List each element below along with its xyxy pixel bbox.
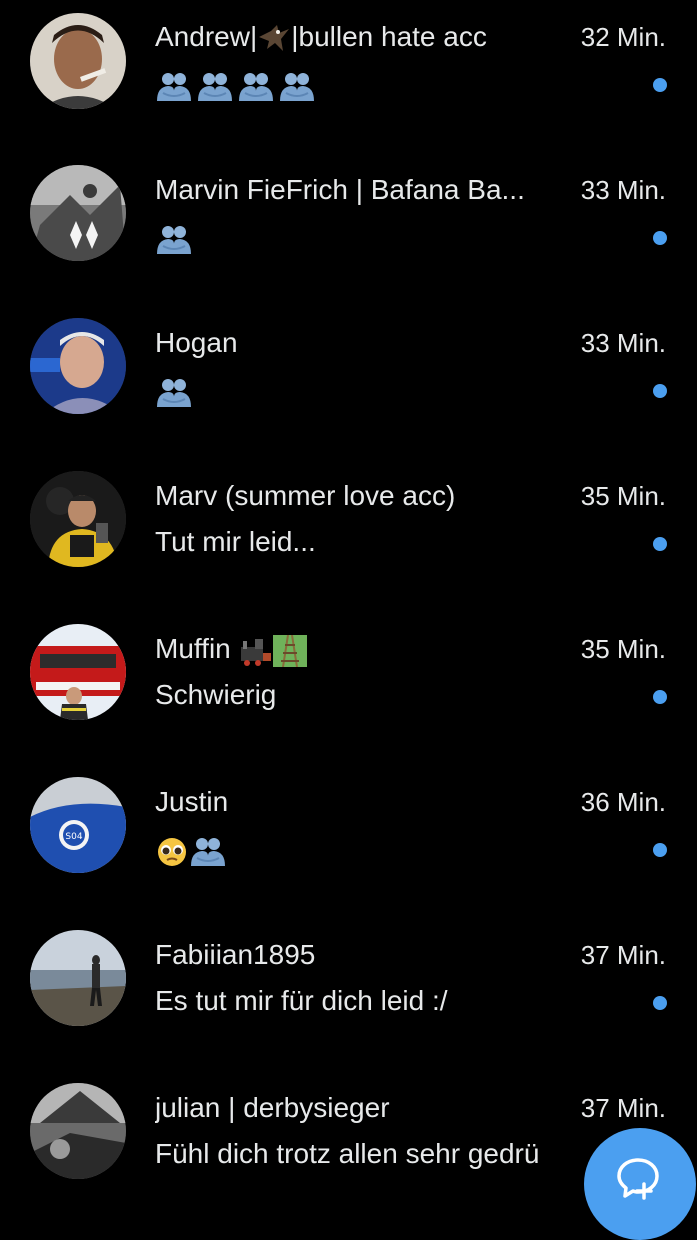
hug-icon bbox=[155, 224, 193, 256]
pleading-face-icon bbox=[155, 836, 189, 868]
conversation-name: Marv (summer love acc) bbox=[155, 480, 456, 511]
conversation-name: Hogan bbox=[155, 327, 238, 358]
hug-icon bbox=[237, 71, 275, 103]
conversation-name: Muffin bbox=[155, 629, 560, 669]
avatar[interactable] bbox=[30, 13, 126, 109]
timestamp: 37 Min. bbox=[580, 940, 666, 970]
hug-icon bbox=[189, 836, 227, 868]
conversation-row[interactable]: Andrew| |bullen hate acc 32 Min. bbox=[0, 0, 697, 153]
railway-track-icon bbox=[272, 634, 307, 667]
message-preview: Es tut mir für dich leid :/ bbox=[155, 985, 448, 1016]
avatar[interactable] bbox=[30, 1083, 126, 1179]
conversation-row[interactable]: Marv (summer love acc) 35 Min. Tut mir l… bbox=[0, 459, 697, 612]
avatar[interactable] bbox=[30, 930, 126, 1026]
message-preview: Schwierig bbox=[155, 679, 277, 710]
conversation-name: Justin bbox=[155, 786, 229, 817]
avatar[interactable] bbox=[30, 624, 126, 720]
unread-dot bbox=[653, 537, 667, 551]
conversation-name: Fabiiian1895 bbox=[155, 939, 316, 970]
timestamp: 33 Min. bbox=[580, 328, 666, 358]
message-preview: Fühl dich trotz allen sehr gedrü bbox=[155, 1138, 540, 1169]
message-preview bbox=[155, 370, 625, 412]
message-preview bbox=[155, 217, 625, 259]
message-preview bbox=[155, 829, 625, 871]
conversation-row[interactable]: S04 Justin 36 Min. bbox=[0, 765, 697, 918]
eagle-icon bbox=[257, 23, 291, 55]
timestamp: 35 Min. bbox=[580, 634, 666, 664]
message-preview bbox=[155, 64, 625, 106]
conversation-row[interactable]: Hogan 33 Min. bbox=[0, 306, 697, 459]
avatar[interactable] bbox=[30, 471, 126, 567]
conversation-row[interactable]: Marvin FieFrich | Bafana Ba... 33 Min. bbox=[0, 153, 697, 306]
hug-icon bbox=[278, 71, 316, 103]
timestamp: 33 Min. bbox=[580, 175, 666, 205]
unread-dot bbox=[653, 78, 667, 92]
conversation-name: julian | derbysieger bbox=[155, 1092, 390, 1123]
avatar[interactable] bbox=[30, 165, 126, 261]
new-message-icon bbox=[617, 1158, 659, 1200]
new-message-button[interactable] bbox=[584, 1128, 696, 1240]
hug-icon bbox=[155, 377, 193, 409]
svg-text:S04: S04 bbox=[65, 832, 82, 842]
unread-dot bbox=[653, 231, 667, 245]
conversation-name: Marvin FieFrich | Bafana Ba... bbox=[155, 174, 525, 205]
timestamp: 32 Min. bbox=[580, 22, 666, 52]
hug-icon bbox=[196, 71, 234, 103]
unread-dot bbox=[653, 690, 667, 704]
conversation-name: Andrew| |bullen hate acc bbox=[155, 17, 560, 57]
avatar[interactable]: S04 bbox=[30, 777, 126, 873]
train-icon bbox=[239, 635, 273, 667]
timestamp: 37 Min. bbox=[580, 1093, 666, 1123]
conversation-row[interactable]: Muffin 35 Min. Schwierig bbox=[0, 612, 697, 765]
message-preview: Tut mir leid... bbox=[155, 526, 316, 557]
hug-icon bbox=[155, 71, 193, 103]
unread-dot bbox=[653, 843, 667, 857]
avatar[interactable] bbox=[30, 318, 126, 414]
timestamp: 36 Min. bbox=[580, 787, 666, 817]
unread-dot bbox=[653, 996, 667, 1010]
timestamp: 35 Min. bbox=[580, 481, 666, 511]
unread-dot bbox=[653, 384, 667, 398]
conversation-row[interactable]: Fabiiian1895 37 Min. Es tut mir für dich… bbox=[0, 918, 697, 1071]
